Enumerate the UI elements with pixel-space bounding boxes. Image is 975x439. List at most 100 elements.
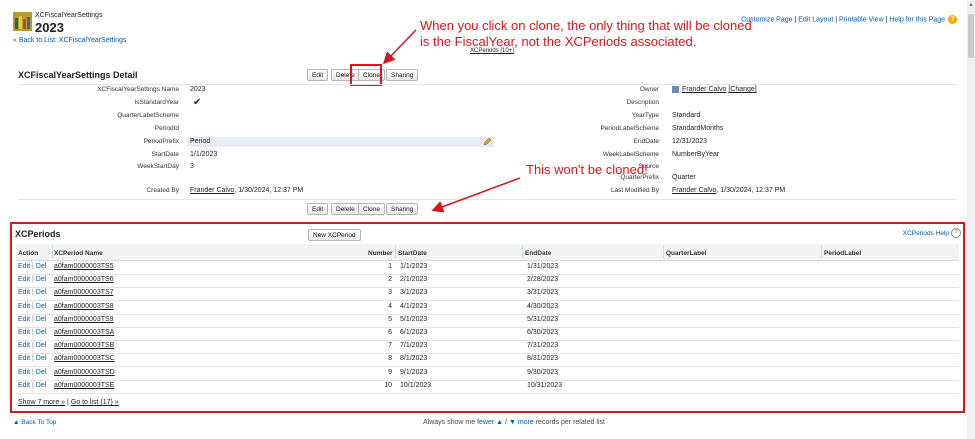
modified-by-link[interactable]: Frander Calvo	[672, 187, 716, 194]
field-label: XCFiscalYearSettings Name	[97, 86, 179, 93]
always-show-text: Always show me	[423, 419, 478, 426]
new-xcperiod-button[interactable]: New XCPeriod	[308, 229, 361, 241]
period-end-date: 9/30/2023	[527, 368, 559, 376]
row-edit-link[interactable]: Edit	[18, 382, 30, 389]
row-delete-link[interactable]: Del	[36, 329, 47, 336]
owner-link[interactable]: Frander Calvo	[682, 86, 726, 93]
clone-button-bottom[interactable]: Clone	[358, 203, 385, 215]
show-more-link[interactable]: Show 7 more »	[18, 399, 65, 406]
annotation-clone-line-2: is the FiscalYear, not the XCPeriods ass…	[420, 34, 697, 49]
change-owner-link[interactable]: [Change]	[728, 86, 756, 93]
period-name-link[interactable]: a0fam0000003TS7	[54, 289, 114, 296]
printable-view-link[interactable]: Printable View	[839, 16, 884, 23]
period-number: 3	[388, 289, 392, 297]
created-by-link[interactable]: Frander Calvo	[190, 187, 234, 194]
row-actions: Edit | Del	[18, 369, 46, 376]
column-header: PeriodLabel	[824, 250, 862, 257]
period-name-link[interactable]: a0fam0000003TS5	[54, 263, 114, 270]
scroll-thumb[interactable]	[968, 14, 974, 58]
scroll-up-icon[interactable]: ▲	[968, 2, 974, 8]
row-delete-link[interactable]: Del	[36, 276, 47, 283]
row-delete-link[interactable]: Del	[36, 289, 47, 296]
period-end-date: 6/30/2023	[527, 329, 559, 336]
edit-button-bottom[interactable]: Edit	[307, 203, 329, 215]
field-label: Last Modified By	[610, 187, 659, 194]
period-name-link[interactable]: a0fam0000003TS6	[54, 276, 114, 283]
period-number: 5	[388, 315, 392, 323]
delete-button-bottom[interactable]: Delete	[331, 203, 360, 215]
help-page-link[interactable]: Help for this Page	[889, 16, 945, 23]
go-to-list-link[interactable]: Go to list (17) »	[71, 399, 119, 406]
help-icon[interactable]: ?	[948, 15, 957, 24]
more-link[interactable]: more	[518, 419, 534, 426]
checkmark-icon: ✔	[193, 97, 202, 108]
scrollbar[interactable]: ▲	[967, 0, 975, 439]
period-end-date: 4/30/2023	[527, 302, 559, 310]
row-delete-link[interactable]: Del	[36, 303, 47, 310]
column-header: QuarterLabel	[666, 250, 707, 257]
xcperiods-help-link[interactable]: XCPeriods Help	[903, 230, 949, 237]
period-start-date: 5/1/2023	[400, 315, 428, 323]
row-actions: Edit | Del	[18, 276, 46, 283]
calendar-icon	[13, 12, 32, 31]
column-divider	[395, 246, 396, 258]
period-number: 8	[388, 355, 392, 363]
row-actions: Edit | Del	[18, 303, 46, 310]
back-to-top-link[interactable]: Back To Top	[21, 419, 56, 426]
field-value: 1/1/2023	[190, 151, 218, 158]
period-start-date: 10/1/2023	[400, 381, 432, 389]
row-edit-link[interactable]: Edit	[18, 289, 30, 296]
period-name-link[interactable]: a0fam0000003TS9	[54, 316, 114, 323]
sharing-button[interactable]: Sharing	[386, 69, 419, 81]
page-title: 2023	[35, 20, 64, 35]
row-edit-link[interactable]: Edit	[18, 303, 30, 310]
created-by-value: Frander Calvo, 1/30/2024, 12:37 PM	[190, 187, 303, 194]
period-name-link[interactable]: a0fam0000003TS8	[54, 303, 114, 310]
row-edit-link[interactable]: Edit	[18, 276, 30, 283]
period-name-link[interactable]: a0fam0000003TSB	[54, 342, 114, 349]
page-links: Customize Page | Edit Layout | Printable…	[741, 15, 957, 24]
clone-highlight-box	[350, 64, 382, 86]
row-delete-link[interactable]: Del	[36, 369, 47, 376]
row-edit-link[interactable]: Edit	[18, 342, 30, 349]
records-per-list-control: Always show me fewer ▲ / ▼ more records …	[423, 419, 605, 426]
row-actions: Edit | Del	[18, 289, 46, 296]
period-name-link[interactable]: a0fam0000003TSD	[54, 369, 115, 376]
period-name-link[interactable]: a0fam0000003TSA	[54, 329, 114, 336]
column-header: EndDate	[525, 250, 552, 257]
sharing-button-bottom[interactable]: Sharing	[386, 203, 419, 215]
row-delete-link[interactable]: Del	[36, 355, 47, 362]
table-row: Edit | Del a0fam0000003TSE 10 10/1/2023 10/3…	[16, 380, 959, 394]
period-name-link[interactable]: a0fam0000003TSE	[54, 382, 114, 389]
period-name-link[interactable]: a0fam0000003TSC	[54, 355, 115, 362]
row-delete-link[interactable]: Del	[36, 316, 47, 323]
fewer-link[interactable]: fewer	[477, 419, 494, 426]
period-number: 6	[388, 329, 392, 336]
field-label: Description	[626, 99, 659, 106]
object-type-label: XCFiscalYearSettings	[35, 12, 103, 19]
field-label: EndDate	[633, 138, 659, 145]
column-header: XCPeriod Name	[54, 250, 103, 257]
pencil-icon[interactable]	[483, 137, 492, 146]
period-number: 1	[388, 263, 392, 270]
row-delete-link[interactable]: Del	[36, 342, 47, 349]
row-edit-link[interactable]: Edit	[18, 355, 30, 362]
row-edit-link[interactable]: Edit	[18, 369, 30, 376]
row-edit-link[interactable]: Edit	[18, 329, 30, 336]
row-delete-link[interactable]: Del	[36, 263, 47, 270]
period-start-date: 6/1/2023	[400, 329, 428, 336]
period-start-date: 3/1/2023	[400, 289, 428, 297]
inline-edit-highlight[interactable]	[187, 137, 494, 147]
period-start-date: 8/1/2023	[400, 355, 428, 363]
table-row: Edit | Del a0fam0000003TS5 1 1/1/2023 1/31/2…	[16, 261, 959, 275]
detail-section-title: XCFiscalYearSettings Detail	[18, 70, 138, 80]
edit-button[interactable]: Edit	[307, 69, 329, 81]
row-delete-link[interactable]: Del	[36, 382, 47, 389]
period-start-date: 9/1/2023	[400, 368, 428, 376]
edit-layout-link[interactable]: Edit Layout	[798, 16, 833, 23]
column-divider	[52, 246, 53, 258]
back-to-list-link[interactable]: « Back to List: XCFiscalYearSettings	[13, 37, 126, 44]
help-icon[interactable]: ?	[951, 228, 961, 238]
row-edit-link[interactable]: Edit	[18, 316, 30, 323]
row-edit-link[interactable]: Edit	[18, 263, 30, 270]
